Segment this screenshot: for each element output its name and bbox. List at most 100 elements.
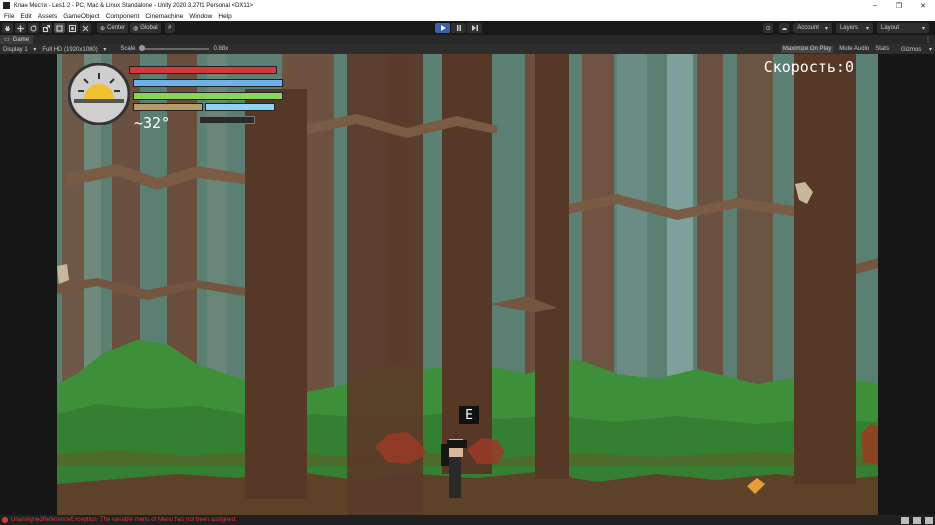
extra-bar bbox=[199, 116, 255, 124]
menu-cinemachine[interactable]: Cinemachine bbox=[145, 13, 183, 20]
layout-dropdown[interactable]: Layout ▾ bbox=[877, 23, 929, 33]
mute-audio-toggle[interactable]: Mute Audio bbox=[839, 46, 869, 53]
collab-button[interactable]: ⊙ bbox=[763, 23, 774, 33]
console-error-message[interactable]: UnassignedReferenceException: The variab… bbox=[11, 517, 237, 523]
chevron-down-icon: ▾ bbox=[865, 25, 869, 32]
cold-bar-fill bbox=[206, 104, 274, 110]
rect-tool-button[interactable] bbox=[54, 23, 65, 33]
scale-slider[interactable] bbox=[139, 45, 210, 51]
chevron-down-icon: ▾ bbox=[824, 25, 828, 32]
grid-snap-button[interactable]: # bbox=[164, 23, 175, 33]
scale-value: 0.88x bbox=[213, 46, 229, 52]
collab-icon: ⊙ bbox=[765, 25, 771, 32]
close-button[interactable]: ✕ bbox=[911, 0, 935, 11]
game-tab-strip: ▭ Game ⋮ bbox=[0, 35, 935, 44]
water-bar-fill bbox=[134, 80, 282, 86]
chevron-down-icon: ▾ bbox=[103, 46, 107, 53]
layers-dropdown[interactable]: Layers ▾ bbox=[835, 23, 873, 33]
chevron-down-icon: ▾ bbox=[921, 25, 925, 32]
menu-edit[interactable]: Edit bbox=[20, 13, 31, 20]
play-icon bbox=[440, 25, 446, 31]
step-button[interactable] bbox=[467, 23, 482, 33]
scale-label: Scale bbox=[120, 46, 136, 52]
menu-assets[interactable]: Assets bbox=[38, 13, 58, 20]
menu-component[interactable]: Component bbox=[106, 13, 140, 20]
hunger-bar bbox=[133, 103, 203, 111]
gizmos-label: Gizmos bbox=[900, 46, 922, 53]
time-of-day-dial bbox=[67, 62, 131, 126]
stamina-bar-fill bbox=[134, 93, 282, 99]
window-controls: – ❐ ✕ bbox=[863, 0, 935, 11]
grid-icon: # bbox=[167, 25, 172, 31]
speed-readout: Скорость:0 bbox=[764, 58, 854, 76]
menu-window[interactable]: Window bbox=[189, 13, 212, 20]
stamina-bar bbox=[133, 92, 283, 100]
move-icon bbox=[17, 24, 24, 32]
custom-tool-icon bbox=[82, 25, 89, 31]
account-label: Account bbox=[797, 25, 819, 31]
transform-tool-button[interactable] bbox=[67, 23, 78, 33]
tab-game[interactable]: ▭ Game bbox=[0, 35, 34, 44]
tab-menu-icon[interactable]: ⋮ bbox=[925, 36, 931, 43]
cold-bar bbox=[205, 103, 275, 111]
resolution-select[interactable]: Full HD (1920x1080) ▾ bbox=[42, 46, 106, 53]
temperature-readout: ~32° bbox=[134, 114, 171, 132]
pause-button[interactable] bbox=[451, 23, 466, 33]
cloud-icon: ☁ bbox=[781, 25, 788, 32]
pivot-mode-toggle[interactable]: ⊕ Center bbox=[97, 23, 129, 33]
play-button[interactable] bbox=[435, 23, 450, 33]
play-controls bbox=[434, 23, 482, 33]
layout-label: Layout bbox=[881, 25, 900, 31]
game-view-toolbar: Display 1 ▾ Full HD (1920x1080) ▾ Scale … bbox=[0, 44, 935, 54]
tab-game-label: Game bbox=[12, 36, 30, 43]
maximize-button[interactable]: ❐ bbox=[887, 0, 911, 11]
status-bar: UnassignedReferenceException: The variab… bbox=[0, 515, 935, 525]
display-select[interactable]: Display 1 ▾ bbox=[3, 46, 36, 53]
menu-file[interactable]: File bbox=[4, 13, 14, 20]
chevron-down-icon: ▾ bbox=[33, 46, 37, 53]
menu-help[interactable]: Help bbox=[218, 13, 231, 20]
window-title: Клан Мести - Les1 2 - PC, Mac & Linux St… bbox=[14, 2, 254, 9]
speed-value: 0 bbox=[844, 58, 854, 76]
menu-gameobject[interactable]: GameObject bbox=[63, 13, 100, 20]
display-label: Display 1 bbox=[3, 46, 28, 53]
unity-logo-icon bbox=[3, 2, 10, 9]
scale-slider-handle[interactable] bbox=[139, 45, 146, 51]
minimize-button[interactable]: – bbox=[863, 0, 887, 11]
error-icon bbox=[2, 517, 8, 523]
status-icons bbox=[897, 516, 933, 524]
pivot-space-toggle[interactable]: ◍ Global bbox=[130, 23, 161, 33]
cloud-button[interactable]: ☁ bbox=[779, 23, 790, 33]
gamepad-icon: ▭ bbox=[4, 37, 10, 43]
rotate-tool-button[interactable] bbox=[28, 23, 39, 33]
window-titlebar: Клан Мести - Les1 2 - PC, Mac & Linux St… bbox=[0, 0, 935, 11]
water-bar bbox=[133, 79, 283, 87]
custom-tool-button[interactable] bbox=[80, 23, 91, 33]
toolbar-right: ⊙ ☁ Account ▾ Layers ▾ Layout ▾ bbox=[761, 23, 929, 33]
hand-icon bbox=[5, 25, 10, 31]
rect-icon bbox=[56, 25, 63, 31]
gizmos-dropdown[interactable]: Gizmos ▾ bbox=[895, 46, 932, 53]
pause-icon bbox=[456, 25, 461, 31]
bug-icon[interactable] bbox=[901, 516, 909, 524]
stats-toggle[interactable]: Stats bbox=[875, 46, 889, 53]
scale-tool-button[interactable] bbox=[41, 23, 52, 33]
health-bar-fill bbox=[130, 67, 276, 73]
pivot-icon: ⊕ bbox=[100, 25, 106, 32]
space-label: Global bbox=[140, 25, 158, 31]
resolution-label: Full HD (1920x1080) bbox=[42, 46, 98, 53]
game-viewport: ~32° Скорость:0 E bbox=[0, 54, 935, 515]
health-bar bbox=[129, 66, 277, 74]
move-tool-button[interactable] bbox=[15, 23, 26, 33]
hunger-bar-fill bbox=[134, 104, 202, 110]
game-view-options: Maximize On Play Mute Audio Stats Gizmos… bbox=[775, 45, 932, 53]
settings-icon[interactable] bbox=[925, 516, 933, 524]
game-canvas[interactable]: ~32° Скорость:0 E bbox=[57, 54, 878, 515]
hand-tool-button[interactable] bbox=[2, 23, 13, 33]
forest-scene bbox=[57, 54, 878, 515]
progress-icon[interactable] bbox=[913, 516, 921, 524]
maximize-on-play-toggle[interactable]: Maximize On Play bbox=[780, 45, 834, 53]
transform-icon bbox=[69, 24, 76, 32]
menu-bar: File Edit Assets GameObject Component Ci… bbox=[0, 11, 935, 21]
account-dropdown[interactable]: Account ▾ bbox=[793, 23, 832, 33]
